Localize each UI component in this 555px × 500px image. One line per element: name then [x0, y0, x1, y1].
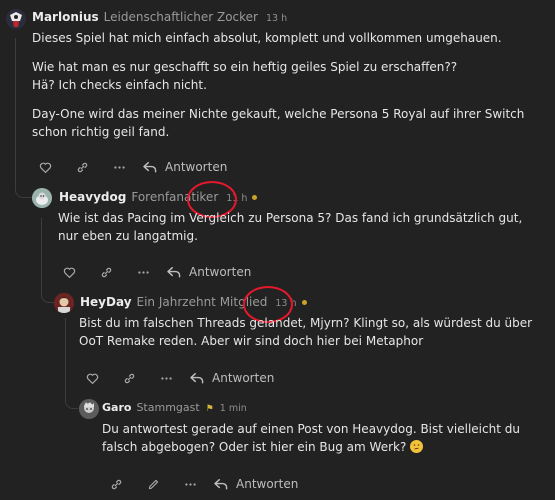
- post-author-line: Marlonius Leidenschaftlicher Zocker 13 h: [32, 10, 287, 24]
- reply-label: Antworten: [212, 371, 275, 385]
- avatar[interactable]: [32, 188, 52, 208]
- thread-elbow: [65, 378, 78, 409]
- more-icon[interactable]: [132, 262, 154, 282]
- user-title: Leidenschaftlicher Zocker: [103, 10, 258, 24]
- post-body: Du antwortest gerade auf einen Post von …: [102, 420, 547, 467]
- thread-line: [15, 38, 16, 178]
- username[interactable]: HeyDay: [80, 295, 132, 309]
- more-icon[interactable]: [155, 368, 177, 388]
- avatar[interactable]: [79, 399, 99, 419]
- post-actions: Antworten: [105, 474, 298, 494]
- avatar[interactable]: [6, 9, 26, 29]
- edit-icon[interactable]: [142, 474, 164, 494]
- reply-arrow-icon: [167, 266, 181, 278]
- post-body: Bist du im falschen Threads gelandet, Mj…: [79, 314, 551, 361]
- thread-elbow: [15, 165, 33, 198]
- post-actions: Antworten: [58, 262, 251, 282]
- post-paragraph: Du antwortest gerade auf einen Post von …: [102, 420, 547, 456]
- reply-button[interactable]: Antworten: [167, 265, 251, 279]
- reply-button[interactable]: Antworten: [190, 371, 274, 385]
- more-icon[interactable]: [179, 474, 201, 494]
- post-paragraph: Dieses Spiel hat mich einfach absolut, k…: [32, 31, 502, 45]
- post-paragraph: Hä? Ich checks einfach nicht.: [32, 78, 207, 92]
- reply-arrow-icon: [143, 161, 157, 173]
- post-timestamp[interactable]: 1 min: [220, 403, 247, 414]
- reply-arrow-icon: [214, 478, 228, 490]
- unread-dot: [301, 300, 307, 305]
- heart-icon[interactable]: [34, 157, 56, 177]
- reply-label: Antworten: [165, 160, 228, 174]
- post-timestamp[interactable]: 13 h: [266, 13, 287, 24]
- reply-arrow-icon: [190, 372, 204, 384]
- avatar[interactable]: [54, 293, 74, 313]
- link-icon[interactable]: [118, 368, 140, 388]
- post-paragraph: Day-One wird das meiner Nichte gekauft, …: [32, 107, 525, 139]
- flag-badge-icon: ⚑: [205, 404, 214, 414]
- link-icon[interactable]: [95, 262, 117, 282]
- post-actions: Antworten: [34, 157, 227, 177]
- post-paragraph: Wie hat man es nur geschafft so ein heft…: [32, 60, 458, 74]
- post-actions: Antworten: [81, 368, 274, 388]
- reply-button[interactable]: Antworten: [143, 160, 227, 174]
- reply-button[interactable]: Antworten: [214, 477, 298, 491]
- link-icon[interactable]: [105, 474, 127, 494]
- user-title: Stammgast: [136, 401, 200, 414]
- thinking-emoji: [410, 440, 424, 453]
- post-author-line: Garo Stammgast ⚑ 1 min: [102, 401, 247, 414]
- post-body: Dieses Spiel hat mich einfach absolut, k…: [32, 29, 532, 152]
- heart-icon[interactable]: [58, 262, 80, 282]
- username[interactable]: Marlonius: [32, 10, 99, 24]
- thread-elbow: [41, 270, 54, 303]
- post-paragraph-text: Du antwortest gerade auf einen Post von …: [102, 422, 520, 454]
- post-paragraph: Bist du im falschen Threads gelandet, Mj…: [79, 316, 533, 348]
- heart-icon[interactable]: [81, 368, 103, 388]
- more-icon[interactable]: [108, 157, 130, 177]
- post-paragraph: Wie ist das Pacing im Vergleich zu Perso…: [58, 211, 523, 243]
- username[interactable]: Garo: [102, 401, 131, 414]
- username[interactable]: Heavydog: [59, 190, 126, 204]
- reply-label: Antworten: [236, 477, 299, 491]
- link-icon[interactable]: [71, 157, 93, 177]
- post-body: Wie ist das Pacing im Vergleich zu Perso…: [58, 209, 543, 256]
- reply-label: Antworten: [189, 265, 252, 279]
- unread-dot: [252, 195, 258, 200]
